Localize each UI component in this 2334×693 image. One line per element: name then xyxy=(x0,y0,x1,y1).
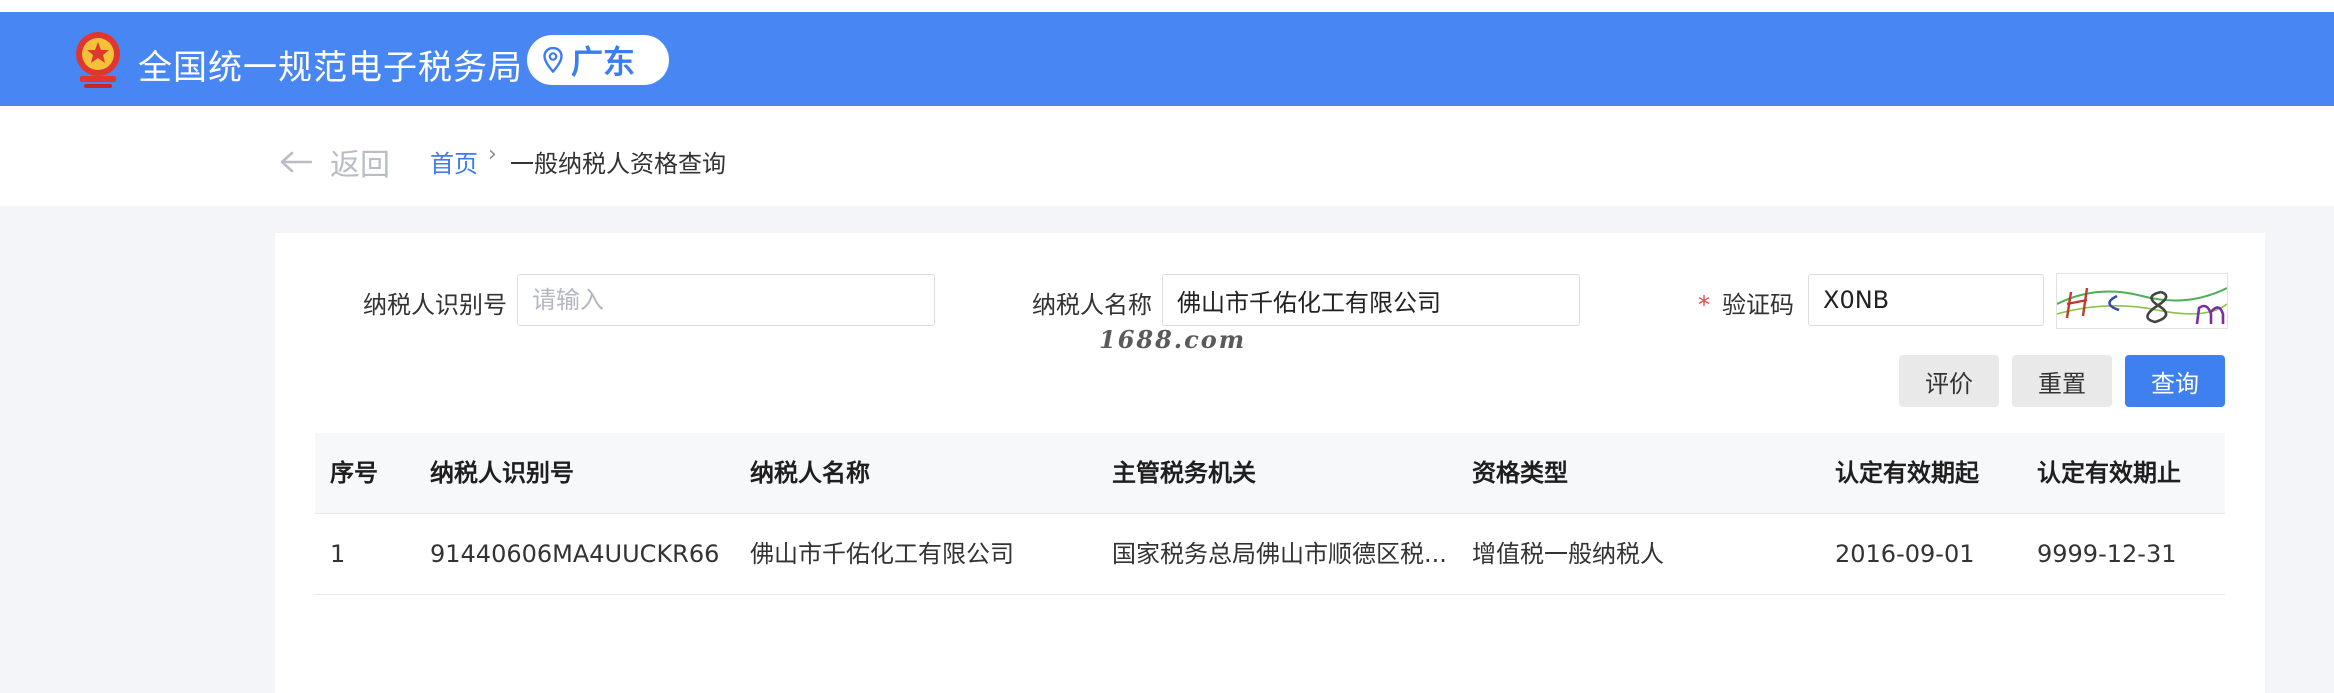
column-header-taxpayer-name: 纳税人名称 xyxy=(750,459,870,487)
captcha-input[interactable] xyxy=(1808,274,2044,326)
breadcrumb-current: 一般纳税人资格查询 xyxy=(510,150,726,178)
breadcrumb-home-link[interactable]: 首页 xyxy=(430,144,478,179)
region-selector[interactable]: 广东 xyxy=(527,35,669,85)
reset-button[interactable]: 重置 xyxy=(2012,355,2112,407)
column-header-tax-authority: 主管税务机关 xyxy=(1112,459,1256,487)
evaluate-button[interactable]: 评价 xyxy=(1899,355,1999,407)
taxpayer-name-label: 纳税人名称 xyxy=(1032,291,1152,319)
query-button[interactable]: 查询 xyxy=(2125,355,2225,407)
location-pin-icon xyxy=(543,47,563,73)
arrow-left-icon xyxy=(280,151,312,173)
required-mark: * xyxy=(1698,291,1710,319)
sub-navigation: 返回 首页 › 一般纳税人资格查询 xyxy=(0,106,2334,206)
cell-valid-to: 9999-12-31 xyxy=(2037,540,2177,568)
column-header-qualification-type: 资格类型 xyxy=(1472,459,1568,487)
top-strip xyxy=(0,0,2334,12)
cell-index: 1 xyxy=(330,540,346,568)
cell-tax-authority: 国家税务总局佛山市顺德区税... xyxy=(1112,540,1447,568)
cell-taxpayer-id: 91440606MA4UUCKR66 xyxy=(430,540,720,568)
taxpayer-id-label: 纳税人识别号 xyxy=(363,291,507,319)
watermark-text: 1688.com xyxy=(1099,325,1247,354)
back-label: 返回 xyxy=(330,148,390,183)
taxpayer-name-input[interactable] xyxy=(1162,274,1580,326)
query-panel: 纳税人识别号 纳税人名称 * 验证码 1688.com 评价 重置 查询 序号 纳… xyxy=(275,233,2265,693)
breadcrumb-separator: › xyxy=(488,142,497,167)
column-header-taxpayer-id: 纳税人识别号 xyxy=(430,459,574,487)
national-emblem-icon xyxy=(76,32,120,88)
table-row[interactable]: 1 91440606MA4UUCKR66 佛山市千佑化工有限公司 国家税务总局佛… xyxy=(315,514,2225,595)
cell-qualification-type: 增值税一般纳税人 xyxy=(1472,540,1664,568)
cell-valid-from: 2016-09-01 xyxy=(1835,540,1975,568)
site-header: 全国统一规范电子税务局 广东 xyxy=(0,12,2334,106)
captcha-label-text: 验证码 xyxy=(1722,291,1794,319)
results-table: 序号 纳税人识别号 纳税人名称 主管税务机关 资格类型 认定有效期起 认定有效期… xyxy=(315,433,2225,595)
taxpayer-id-input[interactable] xyxy=(517,274,935,326)
column-header-index: 序号 xyxy=(330,459,378,487)
region-label: 广东 xyxy=(571,43,636,81)
column-header-valid-to: 认定有效期止 xyxy=(2037,459,2181,487)
site-title[interactable]: 全国统一规范电子税务局 xyxy=(138,40,523,89)
column-header-valid-from: 认定有效期起 xyxy=(1835,459,1979,487)
cell-taxpayer-name: 佛山市千佑化工有限公司 xyxy=(750,540,1014,568)
captcha-image[interactable] xyxy=(2056,273,2228,329)
back-button[interactable]: 返回 xyxy=(280,140,390,184)
captcha-label: * 验证码 xyxy=(1698,285,1794,320)
table-header: 序号 纳税人识别号 纳税人名称 主管税务机关 资格类型 认定有效期起 认定有效期… xyxy=(315,433,2225,514)
